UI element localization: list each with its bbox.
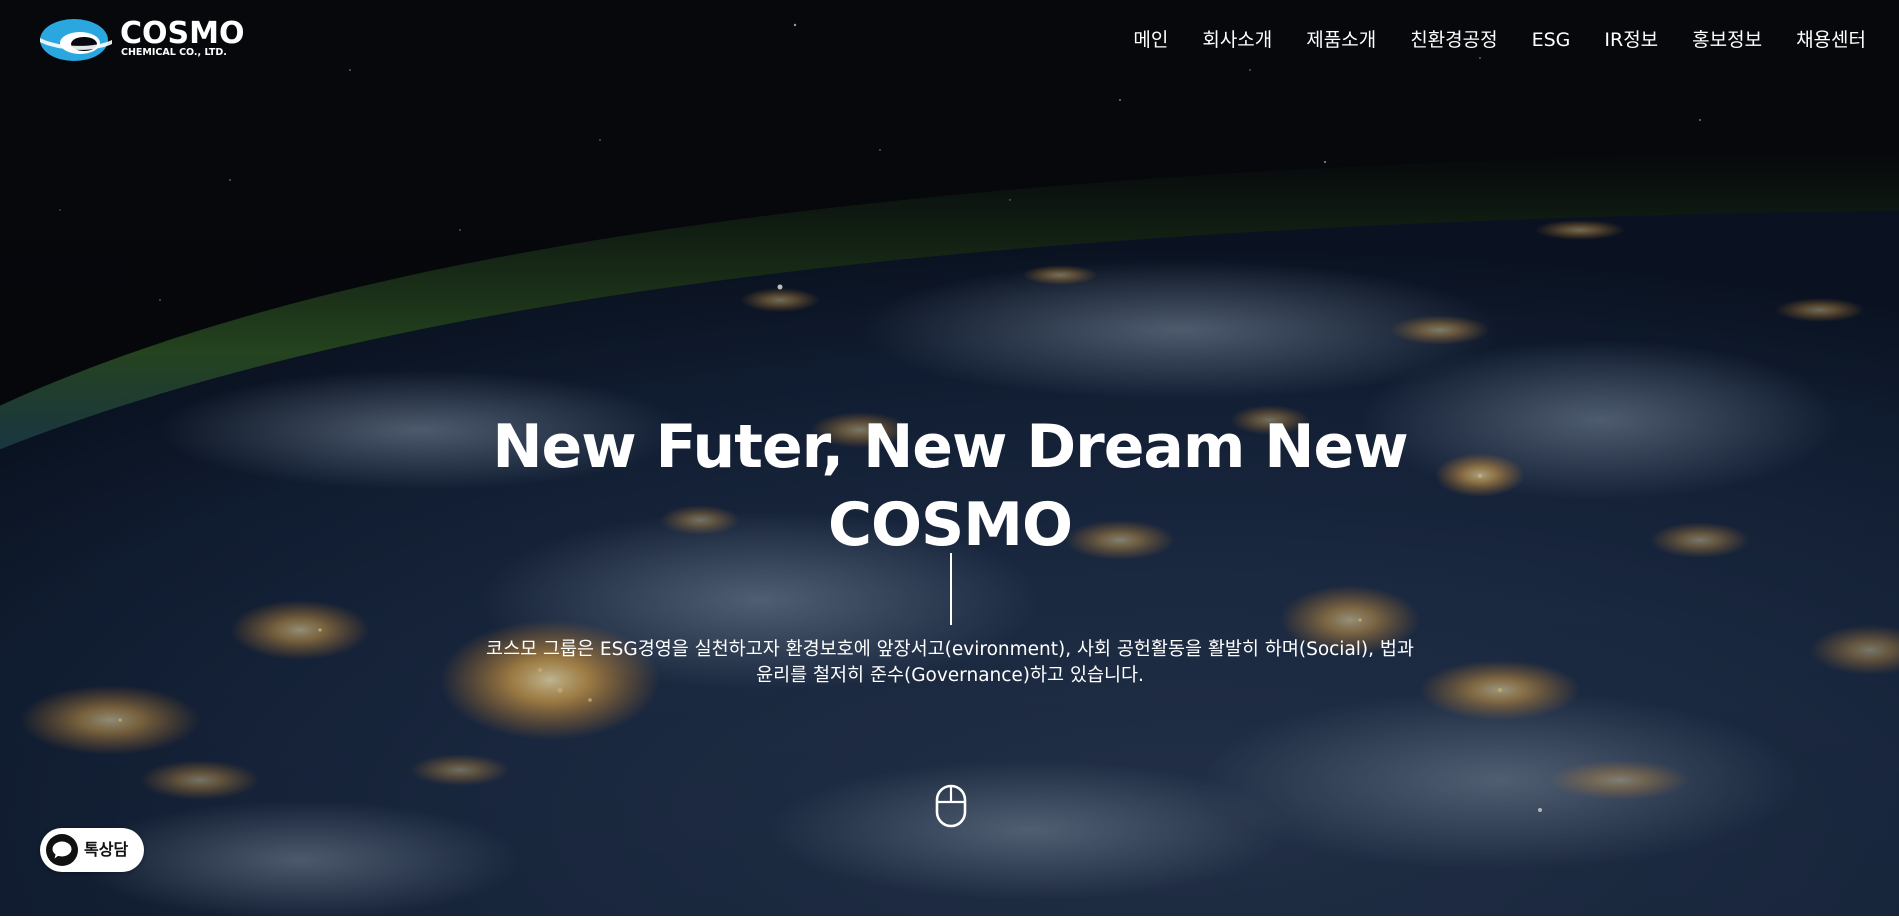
nav-item-products[interactable]: 제품소개 [1289, 22, 1393, 58]
nav-item-ir[interactable]: IR정보 [1587, 22, 1675, 58]
hero-title: New Futer, New Dream New COSMO [450, 408, 1450, 564]
nav-item-pr[interactable]: 홍보정보 [1675, 22, 1779, 58]
mouse-icon[interactable] [934, 783, 968, 829]
site-header: COSMO CHEMICAL CO., LTD. 메인 회사소개 제품소개 친환… [0, 0, 1899, 80]
hero-title-line2: COSMO [828, 490, 1073, 560]
hero-description-line2: 윤리를 철저히 준수(Governance)하고 있습니다. [756, 665, 1144, 686]
hero-section: COSMO CHEMICAL CO., LTD. 메인 회사소개 제품소개 친환… [0, 0, 1899, 916]
nav-item-careers[interactable]: 채용센터 [1779, 22, 1883, 58]
chat-bubble-icon [46, 834, 78, 866]
kakao-talk-label: 톡상담 [84, 840, 129, 859]
hero-title-line1: New Futer, New Dream New [492, 412, 1408, 482]
brand-logo[interactable]: COSMO CHEMICAL CO., LTD. [40, 16, 244, 64]
nav-item-eco-process[interactable]: 친환경공정 [1393, 22, 1514, 58]
nav-item-main[interactable]: 메인 [1116, 22, 1185, 58]
nav-item-company[interactable]: 회사소개 [1185, 22, 1289, 58]
main-nav: 메인 회사소개 제품소개 친환경공정 ESG IR정보 홍보정보 채용센터 [1116, 22, 1883, 58]
kakao-talk-consult-button[interactable]: 톡상담 [40, 828, 144, 872]
cosmo-logo-mark-icon [40, 19, 112, 61]
nav-item-esg[interactable]: ESG [1515, 22, 1588, 58]
hero-description: 코스모 그룹은 ESG경영을 실천하고자 환경보호에 앞장서고(evironme… [470, 637, 1430, 689]
hero-divider [950, 553, 952, 625]
hero-description-line1: 코스모 그룹은 ESG경영을 실천하고자 환경보호에 앞장서고(evironme… [486, 639, 1414, 660]
brand-subtitle: CHEMICAL CO., LTD. [121, 47, 227, 58]
